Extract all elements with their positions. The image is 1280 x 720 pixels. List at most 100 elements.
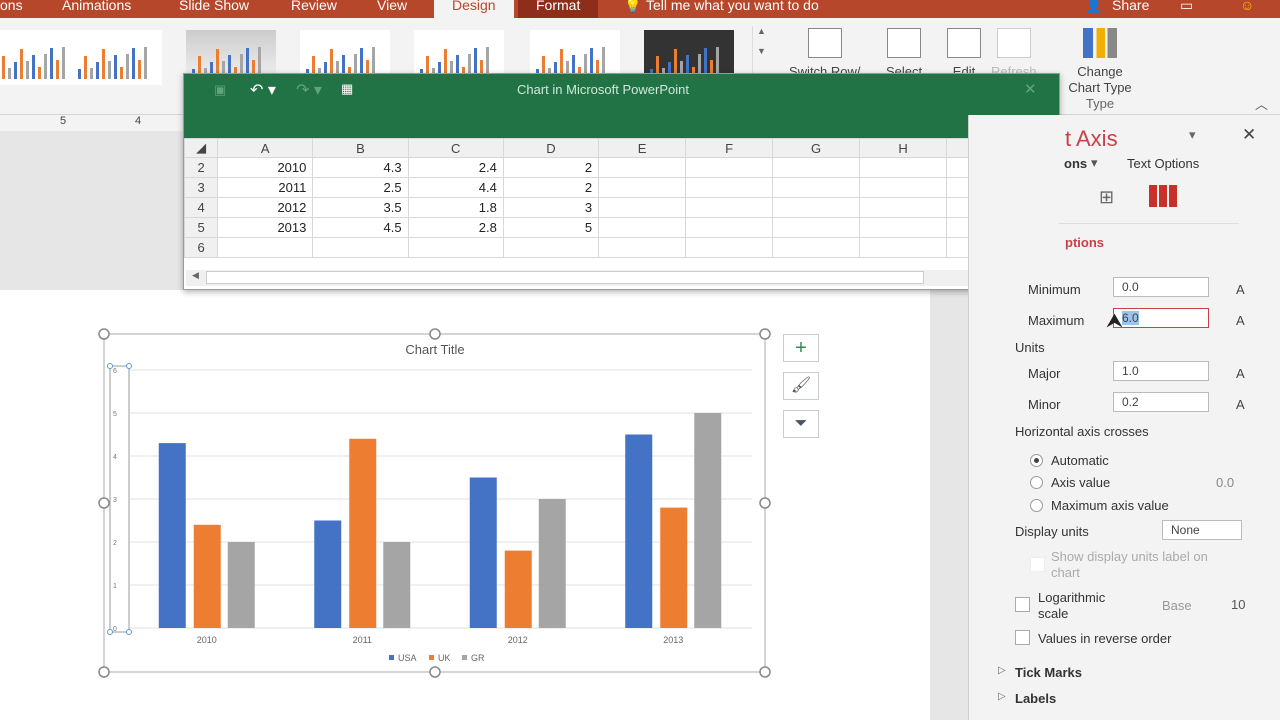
column-header[interactable]: G — [772, 138, 861, 158]
chart-elements-button[interactable]: + — [783, 334, 819, 362]
close-pane-icon[interactable]: ✕ — [1242, 125, 1256, 145]
cell[interactable]: 2 — [502, 157, 600, 178]
column-header[interactable]: H — [859, 138, 947, 158]
reverse-order-checkbox[interactable] — [1015, 630, 1030, 645]
cell[interactable] — [598, 197, 687, 218]
column-header[interactable]: D — [502, 138, 600, 158]
radio-axis-value[interactable] — [1030, 476, 1043, 489]
expand-icon[interactable]: ▷ — [998, 691, 1006, 702]
column-header[interactable]: A — [217, 138, 314, 158]
cell[interactable]: 2.4 — [407, 157, 504, 178]
minor-auto[interactable]: A — [1236, 397, 1245, 412]
smiley-icon[interactable]: ☺ — [1240, 0, 1254, 13]
row-header[interactable]: 2 — [183, 157, 219, 178]
share-button[interactable]: Share — [1112, 0, 1149, 13]
maximum-input[interactable]: 6.0 — [1113, 308, 1209, 328]
undo-icon[interactable]: ↶ ▾ — [250, 80, 276, 100]
select-all[interactable]: ◢ — [183, 138, 219, 158]
refresh-data-button[interactable]: Refresh — [991, 28, 1037, 79]
major-auto[interactable]: A — [1236, 366, 1245, 381]
cell[interactable] — [598, 157, 687, 178]
column-header[interactable]: E — [598, 138, 687, 158]
expand-icon[interactable]: ▷ — [998, 665, 1006, 676]
radio-automatic[interactable] — [1030, 454, 1043, 467]
minor-input[interactable]: 0.2 — [1113, 392, 1209, 412]
cell[interactable]: 2.8 — [407, 217, 504, 238]
axis-options-icon[interactable] — [1149, 185, 1177, 207]
logarithmic-scale-checkbox[interactable] — [1015, 597, 1030, 612]
major-input[interactable]: 1.0 — [1113, 361, 1209, 381]
section-tick-marks[interactable]: Tick Marks — [1015, 665, 1082, 680]
change-chart-type-button[interactable]: Change Chart Type Type — [1062, 28, 1138, 112]
cell[interactable] — [772, 217, 861, 238]
cell[interactable]: 2013 — [217, 217, 314, 238]
cell[interactable] — [312, 237, 409, 258]
chart-filters-button[interactable]: ⏷ — [783, 410, 819, 438]
comment-icon[interactable]: ▭ — [1180, 0, 1193, 14]
cell[interactable] — [685, 237, 774, 258]
row-header[interactable]: 6 — [183, 237, 219, 258]
pane-options-dropdown[interactable]: ▾ — [1189, 127, 1196, 143]
cell[interactable]: 2 — [502, 177, 600, 198]
cell[interactable] — [598, 237, 687, 258]
save-icon[interactable]: ▣ — [214, 82, 226, 98]
share-icon[interactable]: 👤 — [1085, 0, 1102, 14]
section-labels[interactable]: Labels — [1015, 691, 1056, 706]
axis-options-dropdown[interactable]: ▾ — [1091, 155, 1098, 171]
row-header[interactable]: 4 — [183, 197, 219, 218]
column-header[interactable]: B — [312, 138, 409, 158]
cell[interactable]: 2.5 — [312, 177, 409, 198]
cell[interactable] — [859, 197, 947, 218]
section-axis-options[interactable]: ptions — [1065, 235, 1104, 250]
cell[interactable]: 2010 — [217, 157, 314, 178]
cell[interactable] — [502, 237, 600, 258]
horizontal-scrollbar[interactable]: ◀▶ — [186, 270, 1036, 286]
radio-maximum-axis-value[interactable] — [1030, 499, 1043, 512]
minimum-input[interactable]: 0.0 — [1113, 277, 1209, 297]
close-icon[interactable]: ✕ — [1024, 80, 1037, 98]
collapse-ribbon-icon[interactable]: ︿ — [1255, 94, 1268, 113]
tab-axis-options[interactable]: ons — [1064, 156, 1087, 171]
cell[interactable]: 5 — [502, 217, 600, 238]
tab-text-options[interactable]: Text Options — [1127, 156, 1199, 171]
cell[interactable]: 2011 — [217, 177, 314, 198]
cell[interactable]: 3 — [502, 197, 600, 218]
spreadsheet-grid[interactable]: ◢ABCDEFGHI220104.32.42320112.54.42420123… — [183, 138, 1034, 258]
cell[interactable] — [598, 217, 687, 238]
cell[interactable] — [598, 177, 687, 198]
axis-value-input[interactable]: 0.0 — [1216, 475, 1234, 490]
chart-styles-button[interactable]: 🖌 — [783, 372, 819, 400]
cell[interactable] — [859, 177, 947, 198]
cell[interactable]: 3.5 — [312, 197, 409, 218]
cell[interactable] — [772, 237, 861, 258]
cell[interactable] — [217, 237, 314, 258]
cell[interactable] — [859, 217, 947, 238]
row-header[interactable]: 3 — [183, 177, 219, 198]
size-properties-icon[interactable]: ⊞ — [1099, 187, 1114, 208]
cell[interactable] — [685, 197, 774, 218]
cell[interactable]: 4.5 — [312, 217, 409, 238]
cell[interactable]: 4.4 — [407, 177, 504, 198]
cell[interactable] — [772, 157, 861, 178]
cell[interactable] — [772, 197, 861, 218]
column-header[interactable]: C — [407, 138, 504, 158]
cell[interactable] — [407, 237, 504, 258]
base-input[interactable]: 10 — [1231, 597, 1245, 612]
edit-in-excel-icon[interactable]: ▦ — [341, 81, 353, 97]
cell[interactable] — [772, 177, 861, 198]
maximum-auto[interactable]: A — [1236, 313, 1245, 328]
cell[interactable]: 1.8 — [407, 197, 504, 218]
cell[interactable] — [859, 237, 947, 258]
show-units-label-checkbox[interactable] — [1030, 557, 1045, 572]
display-units-select[interactable]: None — [1162, 520, 1242, 540]
cell[interactable] — [859, 157, 947, 178]
row-header[interactable]: 5 — [183, 217, 219, 238]
cell[interactable]: 4.3 — [312, 157, 409, 178]
redo-icon[interactable]: ↷ ▾ — [296, 80, 322, 100]
cell[interactable] — [685, 177, 774, 198]
column-header[interactable]: F — [685, 138, 774, 158]
minimum-auto[interactable]: A — [1236, 282, 1245, 297]
cell[interactable]: 2012 — [217, 197, 314, 218]
edit-data-button[interactable]: Edit — [947, 28, 981, 79]
cell[interactable] — [685, 157, 774, 178]
